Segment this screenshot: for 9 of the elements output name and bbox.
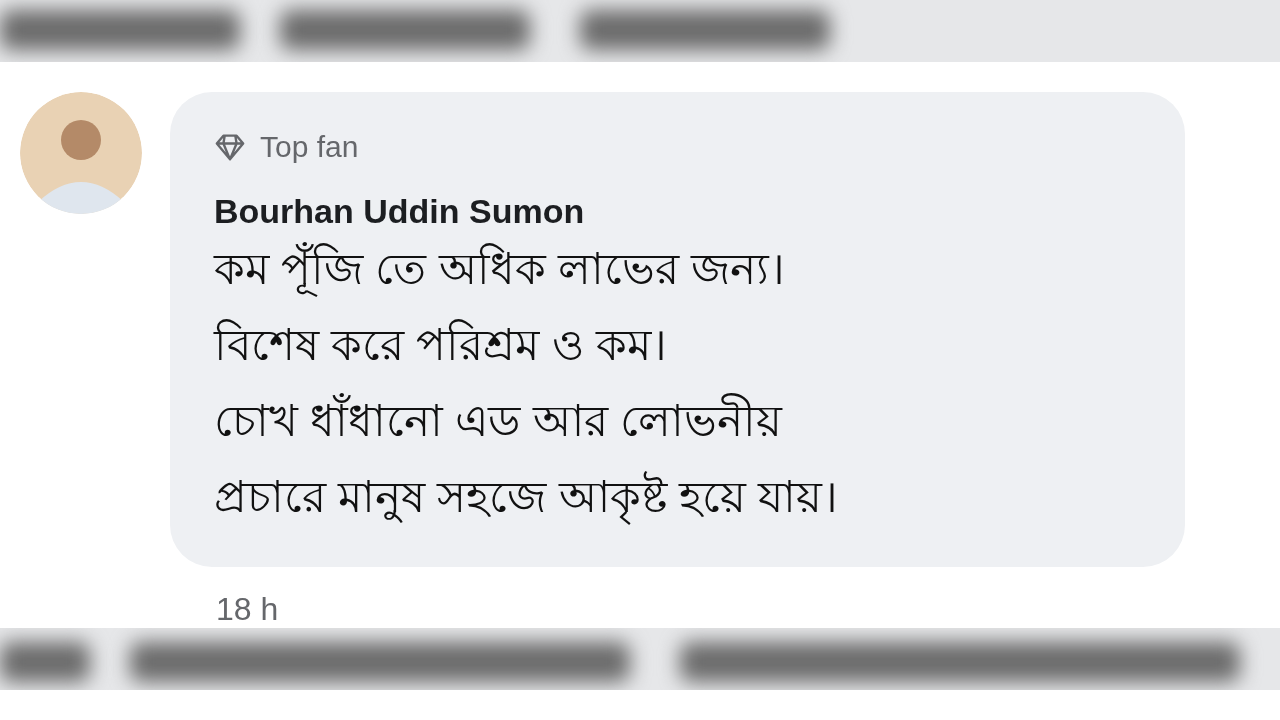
badge-label: Top fan xyxy=(260,130,359,164)
diamond-icon xyxy=(214,132,246,162)
comment-text: বিশেষ করে পরিশ্রম ও কম। xyxy=(214,318,668,371)
comment-text: প্রচারে মানুষ সহজে আকৃষ্ট হয়ে যায়। xyxy=(214,459,1141,535)
comment-text: চোখ ধাঁধানো এড আর লোভনীয় xyxy=(214,383,1141,459)
author-name[interactable]: Bourhan Uddin Sumon xyxy=(214,192,1141,231)
comment-text: কম পূঁজি তে অধিক লাভের জন্য। xyxy=(214,231,1141,307)
avatar[interactable] xyxy=(20,92,142,214)
timestamp[interactable]: 18 h xyxy=(216,591,1185,628)
